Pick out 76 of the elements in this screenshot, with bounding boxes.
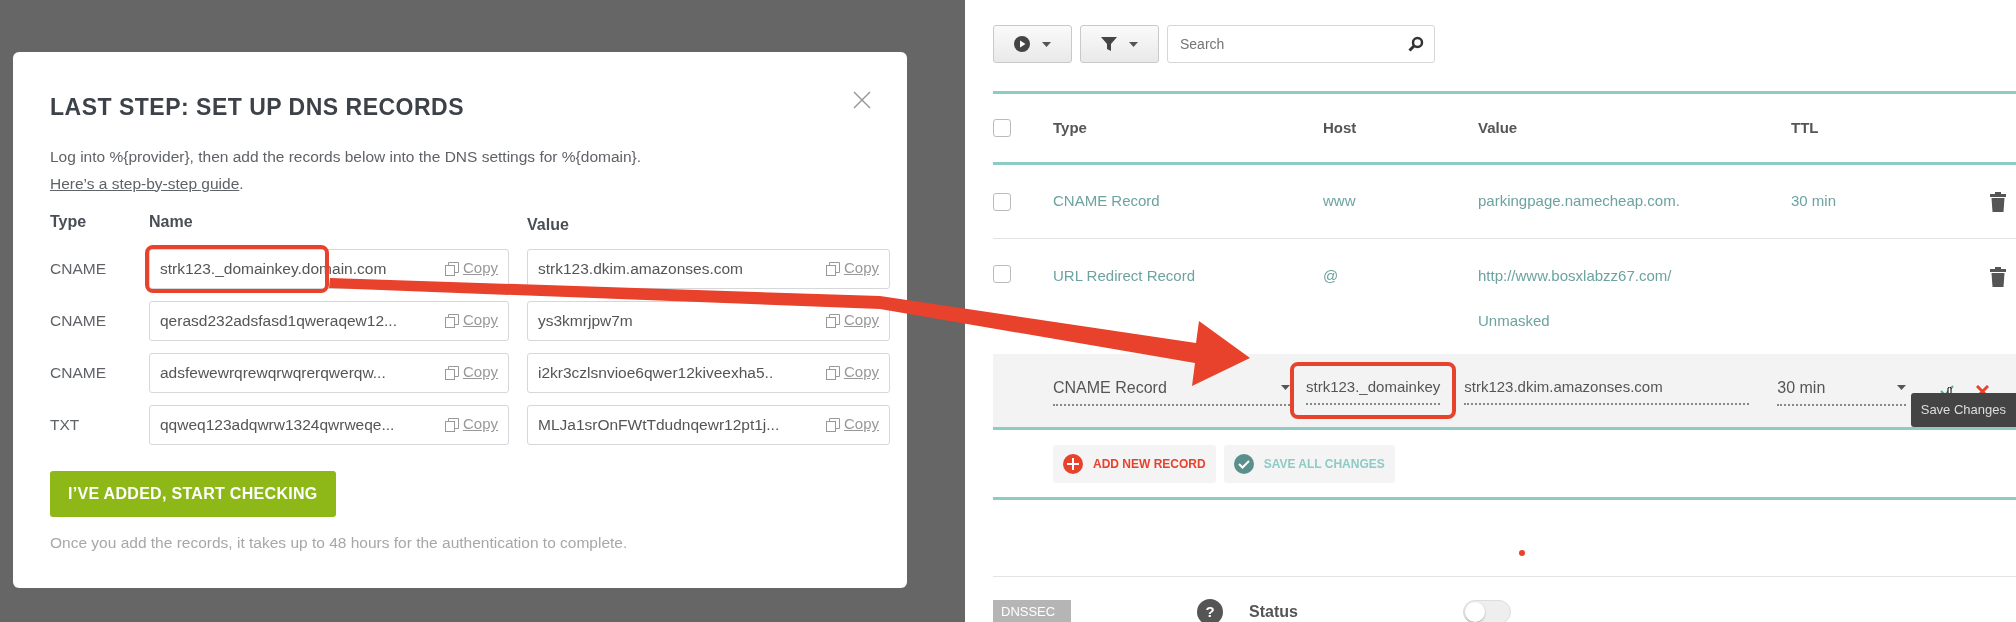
toggle-switch[interactable] (1462, 600, 1511, 622)
copy-button[interactable]: Copy (444, 361, 498, 384)
copy-button[interactable]: Copy (825, 361, 879, 384)
checkbox[interactable] (993, 265, 1011, 283)
trash-icon[interactable] (1990, 192, 2006, 213)
record-value: http://www.bosxlabzz67.com/ (1478, 266, 1673, 286)
record-host: @ (1323, 266, 1340, 286)
status-label: Status (1249, 602, 1298, 622)
search-icon (1408, 36, 1424, 52)
record-type: CNAME (50, 362, 107, 383)
field-text: qqweq123adqwrw1324qwrweqe... (160, 414, 396, 435)
record-value: parkingpage.namecheap.com. (1478, 191, 1681, 212)
column-header: TTL (1791, 117, 1820, 138)
value-input[interactable]: strk123.dkim.amazonses.com (1464, 376, 1750, 405)
record-ttl: 30 min (1791, 191, 1838, 212)
copy-button[interactable]: Copy (825, 257, 879, 280)
search-field[interactable]: Search (1167, 25, 1435, 63)
copy-icon (825, 313, 840, 328)
field-text: i2kr3czlsnvioe6qwer12kiveexha5.. (538, 362, 775, 383)
intro-text: Log into %{provider}, then add the records below into the DNS settings for %{domain}. Here’s a step-by-step guide. (50, 146, 643, 194)
copy-icon (825, 417, 840, 432)
column-header: Name (149, 211, 194, 232)
play-dropdown-button[interactable] (993, 25, 1072, 63)
plus-icon (1063, 453, 1083, 474)
modal-title: LAST STEP: SET UP DNS RECORDS (50, 93, 466, 122)
field-text: ys3kmrjpw7m (538, 310, 634, 331)
column-header: Host (1323, 117, 1358, 138)
host-input[interactable]: strk123._domainkey (1306, 376, 1441, 405)
record-type[interactable]: CNAME Record (1053, 190, 1323, 213)
checkbox[interactable] (993, 119, 1011, 137)
redirect-mode: Unmasked (1478, 310, 1551, 331)
trash-icon[interactable] (1990, 267, 2006, 288)
dot (1519, 550, 1525, 556)
record-type: CNAME (50, 310, 107, 331)
copy-button[interactable]: Copy (444, 413, 498, 436)
column-header: Type (1053, 117, 1088, 138)
copy-icon (444, 417, 459, 432)
copy-icon (825, 365, 840, 380)
copy-button[interactable]: Copy (444, 257, 498, 280)
caret-icon (1281, 385, 1290, 390)
filter-icon (1101, 36, 1117, 52)
caret-icon (1042, 41, 1051, 47)
close-icon[interactable] (853, 90, 871, 109)
field-text: strk123.dkim.amazonses.com (538, 258, 745, 279)
caret-icon (1897, 385, 1907, 390)
tooltip: Save Changes (1910, 393, 2016, 427)
play-icon (1014, 36, 1030, 52)
field-text: MLJa1srOnFWtTdudnqewr12pt1j... (538, 414, 781, 435)
dnssec-tag: DNSSEC (993, 600, 1071, 622)
copy-icon (444, 365, 459, 380)
column-header: Type (50, 211, 88, 232)
column-header: Value (527, 214, 570, 235)
caret-icon (1129, 41, 1138, 47)
note-text: Once you add the records, it takes up to 48 hours for the authentication to complete. (50, 532, 629, 553)
column-header: Value (1478, 117, 1519, 138)
record-type: TXT (50, 414, 81, 435)
add-record-button[interactable]: ADD NEW RECORD (1053, 444, 1216, 483)
record-host: www (1323, 191, 1357, 212)
copy-icon (825, 261, 840, 276)
check-circle-icon (1233, 453, 1254, 474)
guide-link[interactable]: Here’s a step-by-step guide (50, 174, 240, 192)
record-type: CNAME (50, 258, 107, 279)
copy-button[interactable]: Copy (825, 309, 879, 332)
record-type[interactable]: URL Redirect Record (1053, 265, 1323, 288)
copy-icon (444, 313, 459, 328)
filter-dropdown-button[interactable] (1080, 25, 1159, 63)
save-all-button[interactable]: SAVE ALL CHANGES (1223, 444, 1395, 483)
field-text: adsfewewrqrewqrwqrerqwerqw... (160, 362, 387, 383)
start-checking-button[interactable]: I’VE ADDED, START CHECKING (50, 470, 336, 517)
copy-button[interactable]: Copy (444, 309, 498, 332)
copy-icon (444, 261, 459, 276)
checkbox[interactable] (993, 192, 1011, 211)
help-button[interactable]: ? (1197, 599, 1223, 622)
field-text: qerasd232adsfasd1qweraqew12... (160, 310, 398, 331)
copy-button[interactable]: Copy (825, 413, 879, 436)
ttl-select[interactable]: 30 min (1777, 375, 1907, 406)
